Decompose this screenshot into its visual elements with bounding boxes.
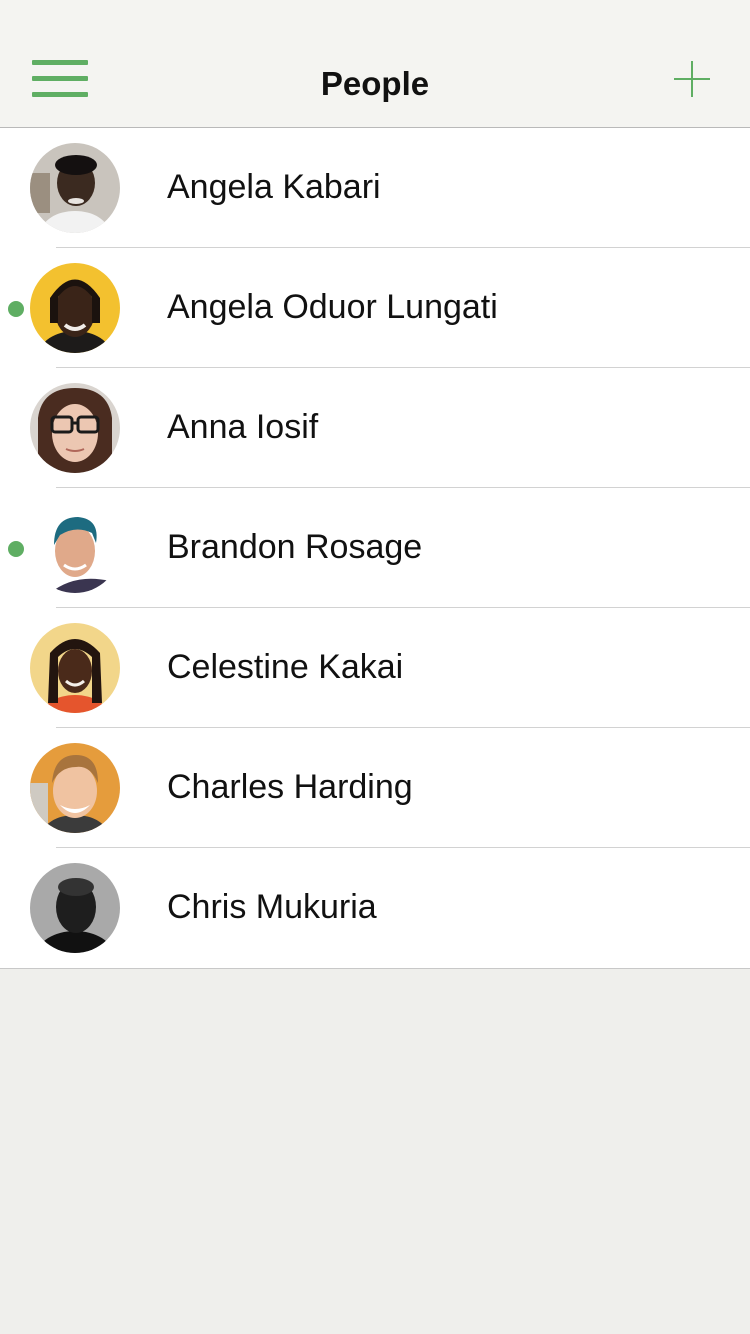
- page-title: People: [320, 65, 430, 102]
- person-row-angela-kabari[interactable]: Angela Kabari: [0, 128, 750, 248]
- person-name: Chris Mukuria: [167, 888, 377, 926]
- navigation-bar: People: [0, 0, 750, 128]
- person-name: Angela Kabari: [167, 168, 381, 206]
- person-name: Angela Oduor Lungati: [167, 288, 498, 326]
- online-status-dot: [8, 301, 24, 317]
- person-name: Charles Harding: [167, 768, 413, 806]
- people-list: Angela Kabari Angela Oduor Lungati Anna …: [0, 128, 750, 969]
- online-status-dot: [8, 541, 24, 557]
- avatar: [30, 503, 120, 593]
- avatar: [30, 623, 120, 713]
- avatar: [30, 863, 120, 953]
- plus-vertical-stroke: [691, 61, 693, 97]
- person-name: Anna Iosif: [167, 408, 319, 446]
- person-name: Brandon Rosage: [167, 528, 423, 566]
- person-row-charles-harding[interactable]: Charles Harding: [0, 728, 750, 848]
- person-row-celestine-kakai[interactable]: Celestine Kakai: [0, 608, 750, 728]
- avatar: [30, 743, 120, 833]
- avatar: [30, 383, 120, 473]
- plus-icon[interactable]: [674, 61, 710, 97]
- person-name: Celestine Kakai: [167, 648, 404, 686]
- avatar: [30, 143, 120, 233]
- avatar: [30, 263, 120, 353]
- person-row-brandon-rosage[interactable]: Brandon Rosage: [0, 488, 750, 608]
- person-row-angela-oduor-lungati[interactable]: Angela Oduor Lungati: [0, 248, 750, 368]
- person-row-chris-mukuria[interactable]: Chris Mukuria: [0, 848, 750, 968]
- person-row-anna-iosif[interactable]: Anna Iosif: [0, 368, 750, 488]
